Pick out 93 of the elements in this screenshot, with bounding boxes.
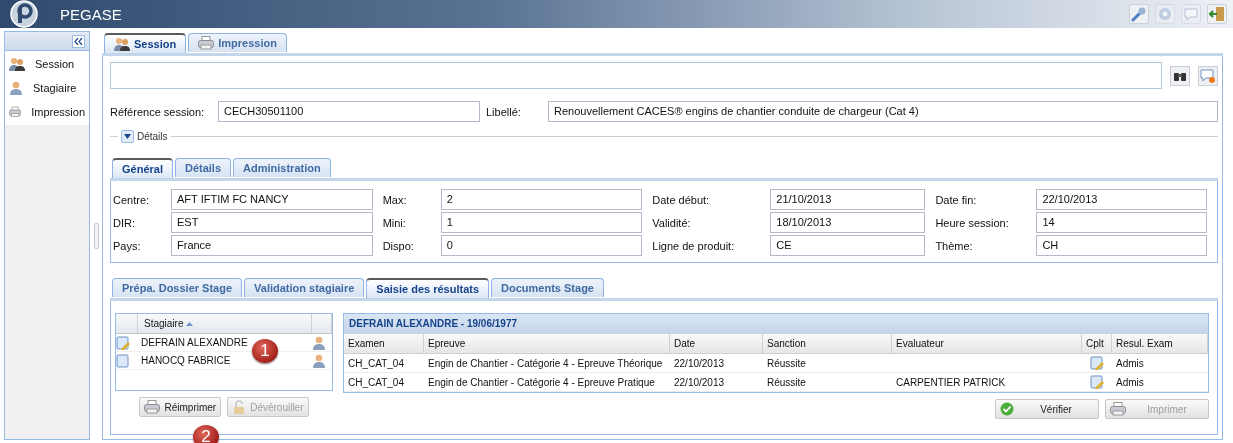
- column-header[interactable]: Resul. Exam: [1112, 334, 1208, 353]
- column-header[interactable]: Examen: [344, 334, 424, 353]
- input-field[interactable]: 22/10/2013: [1036, 189, 1207, 210]
- exit-icon: [1209, 6, 1225, 22]
- grid-title: DEFRAIN ALEXANDRE - 19/06/1977: [344, 314, 1208, 334]
- table-cell-text: Admis: [1115, 357, 1145, 369]
- caret-icon: [124, 134, 131, 139]
- chat-icon: [1183, 6, 1199, 22]
- sidebar-item[interactable]: Stagiaire: [5, 79, 89, 97]
- exit-button[interactable]: [1207, 4, 1227, 24]
- field-label: Date début:: [652, 193, 711, 206]
- tab[interactable]: Saisie des résultats: [366, 278, 490, 298]
- table-cell-text: Engin de Chantier - Catégorie 4 - Epreuve Théorique: [427, 357, 664, 369]
- tab[interactable]: Documents Stage: [491, 278, 604, 297]
- printer-icon: [1110, 402, 1126, 416]
- input-field[interactable]: Renouvellement CACES® engins de chantier conduite de chargeur (Cat 4): [548, 101, 1218, 122]
- sort-icon: [186, 321, 194, 326]
- table-cell-text: CH_CAT_04: [347, 357, 405, 369]
- people-icon: [9, 57, 25, 71]
- printer-icon: [198, 36, 215, 50]
- table-cell-text: Réussite: [766, 357, 807, 369]
- person-icon: [9, 81, 23, 95]
- comment-button[interactable]: [1198, 65, 1218, 86]
- wrench-button[interactable]: [1129, 4, 1149, 24]
- input-field[interactable]: AFT IFTIM FC NANCY: [171, 189, 373, 210]
- person-icon: [312, 353, 326, 368]
- table-cell-text: 22/10/2013: [673, 376, 726, 388]
- app-title: PEGASE: [60, 5, 122, 23]
- input-field[interactable]: 21/10/2013: [770, 189, 926, 210]
- person-icon: [312, 335, 326, 350]
- printer-icon: [144, 400, 161, 414]
- field-label: Dispo:: [382, 239, 415, 252]
- field-label: Ligne de produit:: [652, 239, 736, 252]
- column-header[interactable]: Epreuve: [424, 334, 670, 353]
- table-cell-text: 22/10/2013: [673, 357, 726, 369]
- splitter-handle[interactable]: [93, 222, 99, 249]
- input-field[interactable]: CE: [770, 235, 926, 256]
- field-label: Mini:: [382, 216, 407, 229]
- comment-icon: [1200, 67, 1216, 84]
- column-header[interactable]: Cplt: [1082, 334, 1112, 353]
- tab[interactable]: Impression: [188, 33, 287, 52]
- document-icon: [116, 353, 130, 368]
- tab[interactable]: Général: [112, 158, 173, 178]
- field-label: Libellé:: [486, 105, 522, 118]
- tab[interactable]: Validation stagiaire: [244, 278, 365, 297]
- reprint-button[interactable]: Réimprimer: [139, 397, 222, 417]
- input-field[interactable]: 18/10/2013: [770, 212, 926, 233]
- section-title: Détails: [137, 131, 168, 142]
- callout-badge: 2: [193, 425, 219, 443]
- column-header[interactable]: Date: [670, 334, 763, 353]
- input-field[interactable]: 14: [1036, 212, 1207, 233]
- field-label: Référence session:: [110, 105, 206, 118]
- input-field[interactable]: EST: [171, 212, 373, 233]
- logo-icon: [10, 0, 38, 28]
- people-icon: [114, 37, 130, 51]
- verify-button[interactable]: Vérifier: [995, 399, 1099, 419]
- lock-icon: [232, 400, 247, 414]
- field-label: Pays:: [113, 239, 142, 252]
- field-label: DIR:: [113, 216, 136, 229]
- column-header[interactable]: Sanction: [763, 334, 892, 353]
- sidebar-item[interactable]: Impression: [5, 103, 89, 121]
- input-field[interactable]: CH: [1036, 235, 1207, 256]
- tab[interactable]: Administration: [233, 158, 331, 177]
- search-button[interactable]: [1170, 65, 1190, 86]
- table-cell-text: Réussite: [766, 376, 807, 388]
- input-field[interactable]: 2: [440, 189, 643, 210]
- tab[interactable]: Détails: [174, 158, 232, 177]
- edited-document-icon: [1090, 375, 1104, 389]
- field-label: Centre:: [113, 193, 151, 206]
- collapse-button[interactable]: [72, 34, 85, 48]
- field-label: Thème:: [935, 239, 974, 252]
- tab[interactable]: Prépa. Dossier Stage: [112, 278, 243, 297]
- field-label: Date fin:: [935, 193, 978, 206]
- input-field[interactable]: 1: [440, 212, 643, 233]
- edited-document-icon: [1090, 356, 1104, 370]
- edited-document-icon: [116, 335, 130, 350]
- printer-icon: [9, 105, 22, 119]
- sidebar-item[interactable]: Session: [5, 55, 89, 73]
- field-label: Heure session:: [935, 216, 1010, 229]
- wrench-icon: [1131, 6, 1147, 22]
- column-header[interactable]: Evaluateur: [892, 334, 1082, 353]
- table-cell-text: Engin de Chantier - Catégorie 4 - Epreuve Pratique: [427, 376, 656, 388]
- field-label: Max:: [382, 193, 408, 206]
- table-cell-text: Admis: [1115, 376, 1145, 388]
- input-field[interactable]: CECH30501100: [218, 101, 480, 122]
- table-cell-text: CH_CAT_04: [347, 376, 405, 388]
- expand-button[interactable]: [121, 130, 134, 143]
- table-cell-text: CARPENTIER PATRICK: [895, 376, 1007, 388]
- input-field[interactable]: France: [171, 235, 373, 256]
- check-icon: [1000, 402, 1014, 416]
- input-field[interactable]: 0: [440, 235, 643, 256]
- tab[interactable]: Session: [104, 33, 187, 53]
- field-label: Validité:: [652, 216, 692, 229]
